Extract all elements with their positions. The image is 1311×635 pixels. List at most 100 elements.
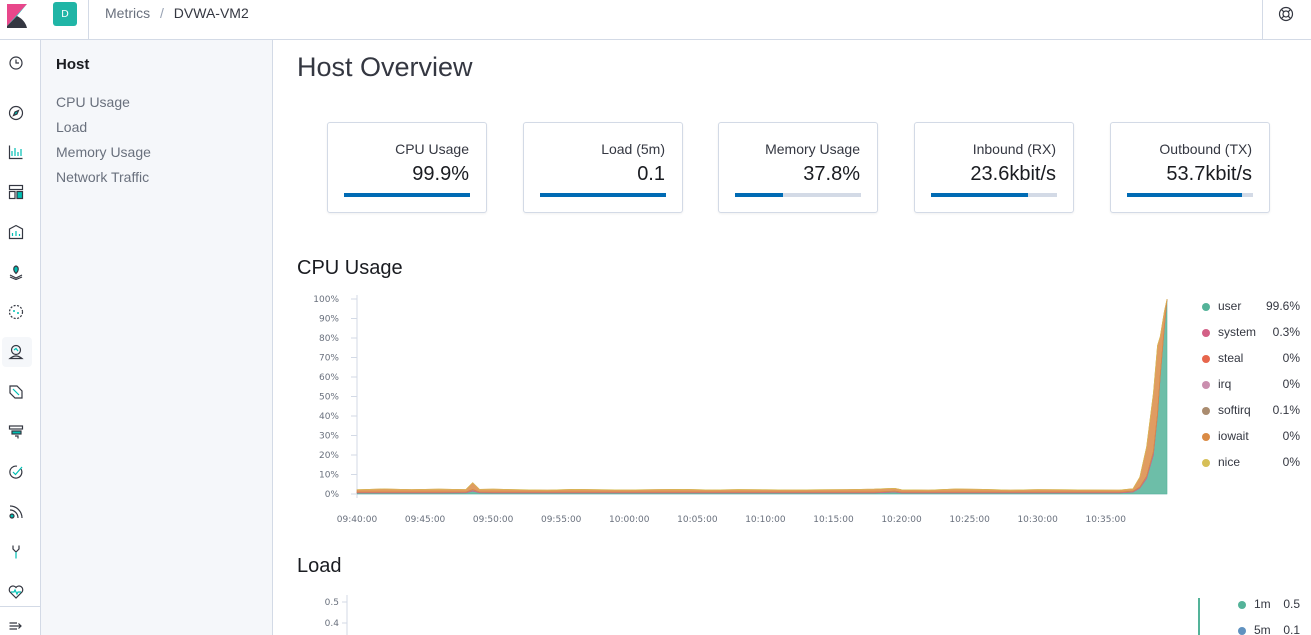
legend-value: 0%: [1282, 351, 1300, 365]
chart-grid: [356, 295, 1167, 498]
legend-item-5m[interactable]: 5m 0.1: [1236, 623, 1304, 635]
dashboard-icon[interactable]: [8, 184, 24, 200]
y-tick-label: 90%: [319, 315, 339, 325]
legend-swatch: [1202, 407, 1210, 415]
sidenav-title: Host: [56, 56, 90, 73]
kpi-cpu-usage: CPU Usage 99.9%: [327, 122, 487, 213]
legend-swatch: [1202, 433, 1210, 441]
kpi-value: 99.9%: [412, 163, 469, 185]
legend-item-nice[interactable]: nice 0%: [1200, 455, 1304, 471]
chart-areas: [356, 298, 1168, 495]
recently-viewed-clock-icon[interactable]: [8, 55, 24, 71]
y-axis: 0% 10% 20% 30% 40% 50% 60% 70% 80% 90% 100%: [313, 295, 357, 500]
sidenav-item-cpu-usage[interactable]: CPU Usage: [56, 94, 130, 110]
kpi-label: Load (5m): [601, 141, 665, 157]
y-tick-label: 10%: [319, 471, 339, 481]
breadcrumb-host: DVWA-VM2: [173, 5, 249, 21]
kpi-gauge-fill: [735, 193, 783, 197]
x-tick-label: 10:00:00: [609, 515, 650, 525]
sidenav-item-load[interactable]: Load: [56, 119, 87, 135]
legend-item-softirq[interactable]: softirq 0.1%: [1200, 403, 1304, 419]
legend-value: 0%: [1282, 455, 1300, 469]
y-tick-label: 20%: [319, 451, 339, 461]
space-initial: D: [61, 8, 69, 20]
kpi-inbound-rx: Inbound (RX) 23.6kbit/s: [914, 122, 1074, 213]
kpi-label: Outbound (TX): [1159, 141, 1252, 157]
monitoring-icon[interactable]: [8, 584, 24, 600]
y-tick-label: 30%: [319, 432, 339, 442]
kpi-gauge-fill: [931, 193, 1029, 197]
kpi-gauge-track: [1127, 193, 1253, 197]
legend-value: 0.5: [1283, 597, 1300, 611]
y-tick-label: 0.4: [325, 619, 340, 629]
breadcrumb-metrics[interactable]: Metrics: [105, 5, 150, 21]
visualize-icon[interactable]: [8, 144, 24, 160]
collapse-icon[interactable]: [8, 618, 24, 634]
kpi-value: 37.8%: [803, 163, 860, 185]
dev-tools-icon[interactable]: [8, 544, 24, 560]
legend-label: steal: [1218, 351, 1244, 365]
uptime-icon[interactable]: [8, 464, 24, 480]
kpi-gauge-fill: [540, 193, 666, 197]
y-tick-label: 80%: [319, 334, 339, 344]
legend-swatch: [1238, 627, 1246, 635]
y-tick-label: 100%: [313, 295, 339, 305]
y-tick-label: 40%: [319, 412, 339, 422]
breadcrumb: Metrics / DVWA-VM2: [105, 5, 249, 21]
logs-icon[interactable]: [8, 384, 24, 400]
kpi-memory-usage: Memory Usage 37.8%: [718, 122, 878, 213]
cpu-area-softirq: [356, 298, 1168, 493]
legend-value: 99.6%: [1265, 299, 1300, 313]
legend-value: 0%: [1282, 377, 1300, 391]
metrics-side-nav: Host CPU Usage Load Memory Usage Network…: [41, 40, 273, 635]
kpi-gauge-track: [540, 193, 666, 197]
metrics-icon[interactable]: [8, 344, 24, 360]
page-title: Host Overview: [297, 52, 473, 82]
x-tick-label: 09:50:00: [473, 515, 514, 525]
sidenav-item-memory-usage[interactable]: Memory Usage: [56, 144, 151, 160]
legend-value: 0.1%: [1272, 403, 1300, 417]
load-chart[interactable]: 0.5 0.4: [297, 590, 1202, 635]
x-tick-label: 10:15:00: [813, 515, 854, 525]
x-tick-label: 09:40:00: [337, 515, 378, 525]
x-tick-label: 10:10:00: [745, 515, 786, 525]
kpi-value: 23.6kbit/s: [970, 163, 1056, 185]
legend-label: system: [1218, 325, 1257, 339]
y-tick-label: 60%: [319, 373, 339, 383]
kpi-gauge-fill: [1127, 193, 1242, 197]
legend-item-iowait[interactable]: iowait 0%: [1200, 429, 1304, 445]
siem-icon[interactable]: [8, 504, 24, 520]
legend-item-user[interactable]: user 99.6%: [1200, 299, 1304, 315]
legend-item-irq[interactable]: irq 0%: [1200, 377, 1304, 393]
kpi-label: CPU Usage: [395, 141, 469, 157]
legend-value: 0.3%: [1272, 325, 1300, 339]
x-tick-label: 10:05:00: [677, 515, 718, 525]
discover-compass-icon[interactable]: [8, 105, 24, 121]
canvas-icon[interactable]: [8, 224, 24, 240]
apm-icon[interactable]: [8, 424, 24, 440]
kpi-value: 0.1: [637, 163, 665, 185]
legend-label: user: [1218, 299, 1242, 313]
legend-swatch: [1202, 303, 1210, 311]
legend-swatch: [1202, 459, 1210, 467]
maps-icon[interactable]: [8, 264, 24, 280]
cpu-area-steal: [357, 299, 1168, 493]
kpi-load: Load (5m) 0.1: [523, 122, 683, 213]
header-divider: [88, 0, 89, 39]
sidenav-item-network-traffic[interactable]: Network Traffic: [56, 169, 149, 185]
legend-item-1m[interactable]: 1m 0.5: [1236, 597, 1304, 613]
x-tick-label: 10:25:00: [949, 515, 990, 525]
help-lifebuoy-icon[interactable]: [1278, 6, 1294, 22]
legend-swatch: [1202, 355, 1210, 363]
kibana-logo-icon[interactable]: [0, 0, 40, 40]
ml-icon[interactable]: [8, 304, 24, 320]
kpi-gauge-track: [344, 193, 470, 197]
cpu-area-user: [356, 299, 1168, 495]
legend-item-system[interactable]: system 0.3%: [1200, 325, 1304, 341]
cpu-usage-chart[interactable]: 0% 10% 20% 30% 40% 50% 60% 70% 80% 90% 100% 09:40:…: [297, 288, 1177, 528]
space-avatar[interactable]: D: [53, 2, 77, 26]
x-tick-label: 09:55:00: [541, 515, 582, 525]
x-tick-label: 10:35:00: [1086, 515, 1127, 525]
legend-item-steal[interactable]: steal 0%: [1200, 351, 1304, 367]
x-tick-label: 10:30:00: [1017, 515, 1058, 525]
